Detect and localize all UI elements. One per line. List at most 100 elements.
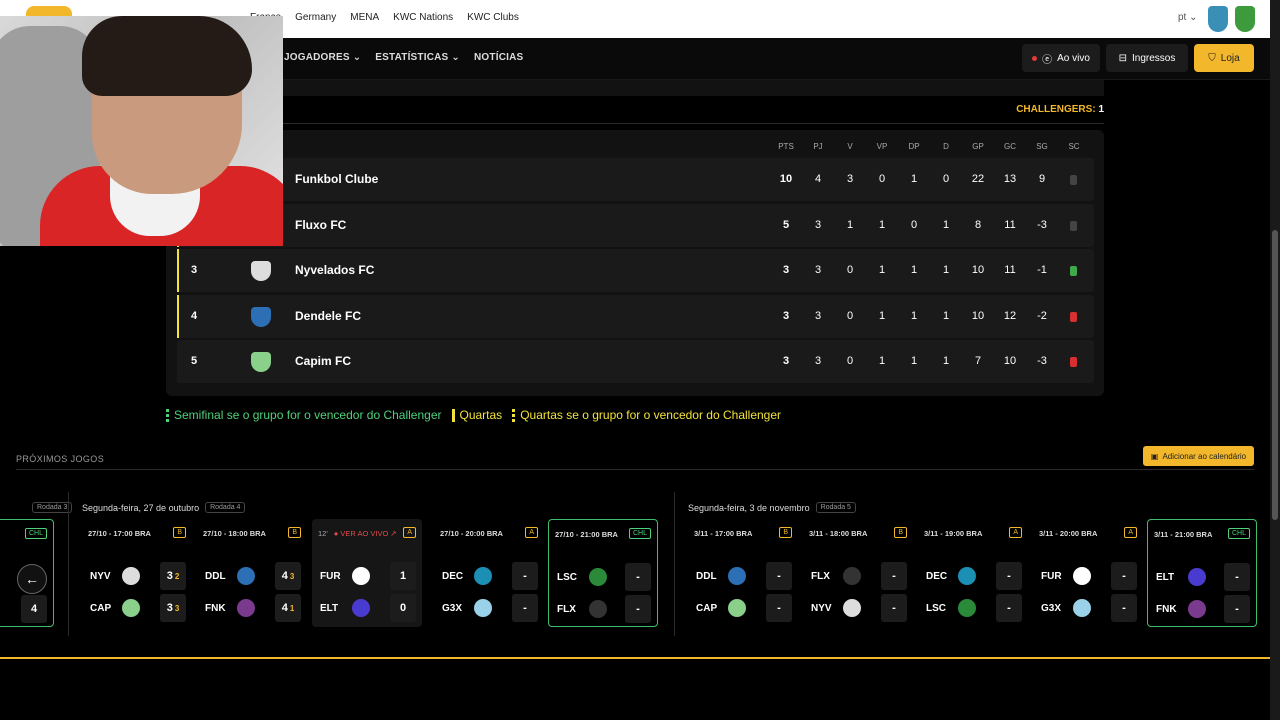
stat-gp: 10 bbox=[971, 264, 985, 276]
stat-v: 0 bbox=[846, 309, 854, 322]
match-card[interactable]: 3/11 - 20:00 BRA A FUR - G3X - bbox=[1033, 519, 1143, 627]
match-card[interactable]: 3/11 - 21:00 BRA CHL ELT - FNK - bbox=[1147, 519, 1257, 627]
language-selector[interactable]: pt ⌄ bbox=[1178, 12, 1198, 23]
nav-noticias[interactable]: NOTÍCIAS bbox=[474, 52, 523, 63]
match-time: 3/11 - 21:00 BRA bbox=[1154, 530, 1213, 539]
team-abbr: NYV bbox=[811, 603, 832, 614]
live-dot-icon bbox=[1032, 55, 1038, 61]
score-value: 4 bbox=[30, 603, 38, 615]
score-box: - bbox=[996, 594, 1022, 622]
team-logo-icon bbox=[589, 600, 607, 618]
shop-button-label: Loja bbox=[1220, 52, 1240, 64]
status-indicator bbox=[1070, 220, 1077, 231]
score-value: - bbox=[1122, 602, 1126, 614]
penalty-score: 2 bbox=[174, 572, 180, 581]
stat-dp: 1 bbox=[910, 173, 918, 185]
stat-pts: 10 bbox=[779, 173, 793, 185]
score-box: - bbox=[766, 562, 792, 590]
team-abbr: DEC bbox=[442, 571, 464, 582]
team-abbr: FLX bbox=[557, 604, 576, 615]
stat-sg: -1 bbox=[1037, 264, 1047, 276]
standings-position: 3 bbox=[191, 264, 198, 276]
match-card[interactable]: 27/10 - 20:00 BRA A DEC - G3X - bbox=[434, 519, 544, 627]
nav-jogadores-label: JOGADORES bbox=[284, 52, 350, 63]
team-name[interactable]: Capim FC bbox=[295, 354, 351, 368]
calendar-icon: ▣ bbox=[1150, 451, 1159, 461]
partner-crest-icon[interactable] bbox=[1208, 6, 1228, 32]
team-logo-icon bbox=[474, 599, 492, 617]
standings-header-v: V bbox=[847, 142, 853, 151]
standings-row[interactable]: 5 Capim FC 3 3 0 1 1 1 7 10 -3 bbox=[177, 340, 1094, 383]
status-indicator bbox=[1070, 266, 1077, 276]
team-abbr: LSC bbox=[926, 603, 946, 614]
legend-label: Quartas se o grupo for o vencedor do Cha… bbox=[520, 408, 782, 422]
score-box: 33 bbox=[160, 594, 186, 622]
standings-row[interactable]: 4 Dendele FC 3 3 0 1 1 1 10 12 -2 bbox=[177, 294, 1094, 338]
group-badge: B bbox=[779, 527, 792, 538]
standings-row[interactable]: 3 Nyvelados FC 3 3 0 1 1 1 10 11 -1 bbox=[177, 249, 1094, 292]
nav-jogadores[interactable]: JOGADORES ⌄ bbox=[284, 52, 361, 63]
team-abbr: FUR bbox=[320, 571, 341, 582]
team-name[interactable]: Nyvelados FC bbox=[295, 263, 374, 277]
score-value: 4 bbox=[281, 602, 288, 614]
standings-position: 4 bbox=[191, 309, 198, 322]
ticket-icon: ⊟ bbox=[1118, 52, 1128, 64]
match-card[interactable]: 27/10 - 17:00 BRA B NYV 3 2 CAP 3 3 bbox=[82, 519, 192, 627]
score-box: - bbox=[625, 595, 651, 623]
add-to-calendar-button[interactable]: ▣ Adicionar ao calendário bbox=[1143, 446, 1254, 466]
shop-button[interactable]: ⛉ Loja bbox=[1194, 44, 1254, 72]
round-badge: Rodada 3 bbox=[32, 502, 73, 513]
live-button-label: Ao vivo bbox=[1057, 52, 1090, 64]
group-badge: B bbox=[894, 527, 907, 538]
watch-live-link[interactable]: ● VER AO VIVO ↗ bbox=[334, 529, 397, 538]
standings-header-d: D bbox=[943, 142, 949, 151]
legend-label: Semifinal se o grupo for o vencedor do C… bbox=[174, 408, 442, 422]
region-link-kwc-nations[interactable]: KWC Nations bbox=[393, 12, 453, 23]
stat-pj: 3 bbox=[814, 264, 822, 276]
score-value: - bbox=[636, 603, 640, 615]
scrollbar-thumb[interactable] bbox=[1272, 230, 1278, 520]
live-label[interactable]: 12' ● VER AO VIVO ↗ bbox=[318, 529, 397, 538]
match-card[interactable]: 12' ● VER AO VIVO ↗ A FUR 1 ELT 0 bbox=[312, 519, 422, 627]
team-abbr: FLX bbox=[811, 571, 830, 582]
standings-header-sc: SC bbox=[1068, 142, 1080, 151]
team-logo-icon bbox=[1073, 599, 1091, 617]
match-card[interactable]: 3/11 - 18:00 BRA B FLX - NYV - bbox=[803, 519, 913, 627]
arrow-left-icon: ← bbox=[25, 571, 39, 587]
match-card[interactable]: 27/10 - 21:00 BRA CHL LSC - FLX - bbox=[548, 519, 658, 627]
standings-header-vp: VP bbox=[876, 142, 888, 151]
team-logo-icon bbox=[237, 567, 255, 585]
stat-pts: 3 bbox=[782, 355, 790, 367]
team-logo-icon bbox=[237, 599, 255, 617]
region-link-mena[interactable]: MENA bbox=[350, 12, 379, 23]
team-abbr: LSC bbox=[557, 572, 577, 583]
match-card[interactable]: 3/11 - 17:00 BRA B DDL - CAP - bbox=[688, 519, 798, 627]
partner-crest-icon[interactable] bbox=[1235, 6, 1255, 32]
scroll-left-button[interactable]: ← bbox=[17, 564, 47, 594]
stat-pts: 3 bbox=[782, 309, 790, 322]
stat-dp: 1 bbox=[910, 355, 918, 367]
standings-row[interactable]: 1Funkbol Clube104301022139 bbox=[177, 158, 1094, 201]
stat-gp: 8 bbox=[974, 218, 982, 231]
streamer-hair bbox=[82, 16, 252, 96]
legend-swatch bbox=[166, 408, 169, 422]
region-link-germany[interactable]: Germany bbox=[295, 12, 336, 23]
match-card[interactable]: 3/11 - 19:00 BRA A DEC - LSC - bbox=[918, 519, 1028, 627]
team-name[interactable]: Fluxo FC bbox=[295, 218, 346, 232]
shirt-icon: ⛉ bbox=[1208, 52, 1216, 64]
live-button[interactable]: ⓔ Ao vivo bbox=[1022, 44, 1100, 72]
nav-estatisticas[interactable]: ESTATÍSTICAS ⌄ bbox=[375, 52, 460, 63]
score-value: 4 bbox=[281, 570, 288, 582]
tickets-button[interactable]: ⊟ Ingressos bbox=[1106, 44, 1188, 72]
team-name[interactable]: Funkbol Clube bbox=[295, 172, 378, 186]
team-abbr: G3X bbox=[1041, 603, 1062, 614]
match-card[interactable]: 27/10 - 18:00 BRA B DDL 4 3 FNK 4 1 bbox=[197, 519, 307, 627]
team-logo-icon bbox=[122, 599, 140, 617]
region-link-kwc-clubs[interactable]: KWC Clubs bbox=[467, 12, 519, 23]
score-box: - bbox=[1224, 563, 1250, 591]
page-scrollbar[interactable] bbox=[1270, 0, 1280, 720]
team-name[interactable]: Dendele FC bbox=[295, 309, 361, 323]
team-abbr: CAP bbox=[90, 603, 112, 614]
status-indicator bbox=[1070, 175, 1077, 185]
standings-row[interactable]: 2Fluxo FC531101811-3 bbox=[177, 203, 1094, 247]
